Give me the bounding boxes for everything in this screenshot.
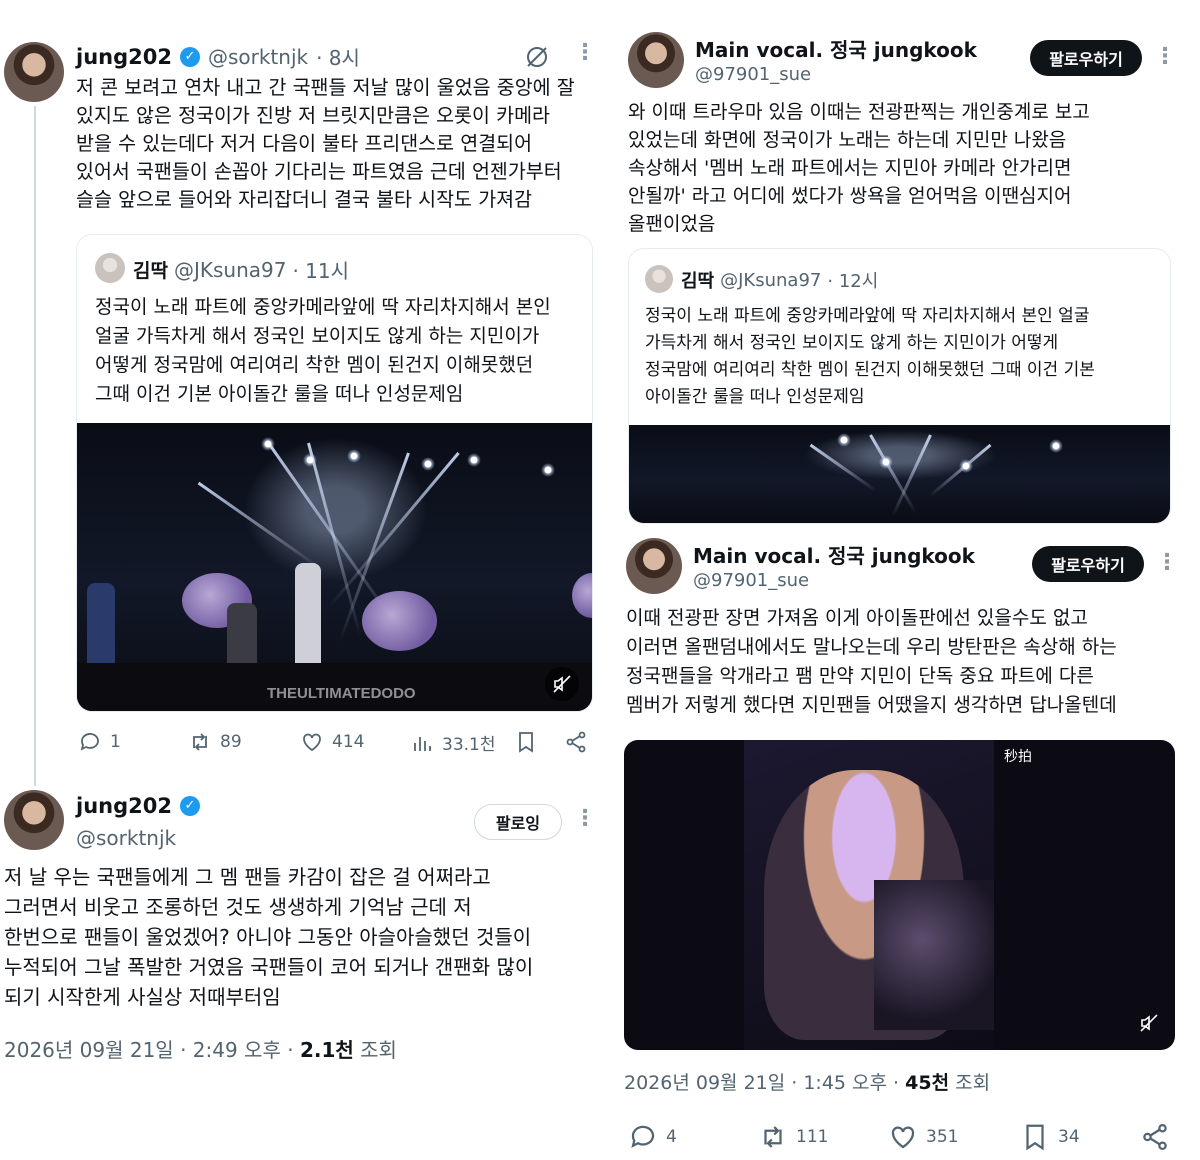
tweet-time[interactable]: · 8시 (316, 42, 360, 71)
more-options-icon[interactable]: ⋮ (574, 40, 596, 65)
author-handle[interactable]: @sorktnjk (76, 826, 176, 850)
tweet-text: 와 이때 트라우마 있음 이때는 전광판찍는 개인중계로 보고 있었는데 화면에… (628, 101, 1090, 235)
tweet-date[interactable]: 2026년 09월 21일 · 1:45 오후 · (624, 1072, 899, 1094)
quoted-tweet[interactable]: 김딱 @JKsuna97 · 11시 정국이 노래 파트에 중앙카메라앞에 딱 … (76, 234, 593, 712)
tweet-text: 저 콘 보려고 연차 내고 간 국팬들 저날 많이 울었음 중앙에 잘 있지도 … (76, 76, 575, 211)
quote-text: 정국이 노래 파트에 중앙카메라앞에 딱 자리차지해서 본인 얼굴 가득차게 해… (645, 306, 1095, 407)
tweet-date[interactable]: 2026년 09월 21일 · 2:49 오후 · (4, 1038, 294, 1062)
author-name[interactable]: jung202 (76, 45, 172, 69)
quote-avatar (95, 253, 125, 283)
share-icon (566, 731, 586, 753)
video-logo: 秒拍 (1004, 749, 1032, 765)
tweet-header: jung202 ✓ (76, 794, 200, 818)
like-button[interactable]: 351 (888, 1122, 958, 1152)
reply-icon (80, 733, 99, 751)
heart-icon (891, 1126, 915, 1149)
view-count: 45천 (905, 1072, 950, 1094)
views-label: 조회 (955, 1072, 991, 1094)
like-count: 351 (926, 1127, 959, 1147)
follow-button[interactable]: 팔로우하기 (1032, 546, 1144, 582)
share-icon (1143, 1124, 1167, 1150)
retweet-count: 111 (796, 1127, 829, 1147)
thread-line (34, 106, 36, 786)
views-icon (414, 736, 431, 751)
retweet-count: 89 (220, 732, 242, 752)
reply-button[interactable]: 1 (78, 730, 121, 754)
mute-icon[interactable] (1134, 1008, 1164, 1038)
verified-badge-icon: ✓ (179, 46, 200, 67)
bookmark-button[interactable]: 34 (1020, 1122, 1080, 1152)
retweet-button[interactable]: 89 (188, 730, 242, 754)
bookmark-count: 34 (1058, 1127, 1080, 1147)
bookmark-button[interactable] (514, 730, 538, 754)
tweet-meta: 2026년 09월 21일 · 2:49 오후 · 2.1천 조회 (4, 1034, 397, 1063)
retweet-icon (193, 733, 207, 751)
retweet-button[interactable]: 111 (758, 1122, 828, 1152)
grok-icon[interactable] (524, 44, 550, 70)
tweet-text: 저 날 우는 국팬들에게 그 멤 팬들 카감이 잡은 걸 어쩌라고 그러면서 비… (4, 865, 534, 1009)
avatar[interactable] (4, 790, 64, 850)
share-button[interactable] (564, 730, 588, 754)
avatar[interactable] (626, 538, 682, 594)
quote-author-name: 김딱 (133, 260, 168, 282)
quote-author-handle: @JKsuna97 (173, 257, 287, 282)
views-button[interactable]: 33.1천 (410, 730, 496, 755)
quote-time: · 12시 (827, 271, 879, 292)
author-handle[interactable]: @97901_sue (693, 570, 809, 591)
view-count: 2.1천 (299, 1038, 354, 1062)
video-player[interactable]: 秒拍 (624, 740, 1175, 1050)
following-button[interactable]: 팔로잉 (474, 804, 562, 840)
quote-author-handle: @JKsuna97 (720, 269, 822, 291)
retweet-icon (764, 1126, 782, 1148)
bookmark-icon (1026, 1124, 1044, 1151)
quote-time: · 11시 (292, 259, 350, 283)
quote-text: 정국이 노래 파트에 중앙카메라앞에 딱 자리차지해서 본인 얼굴 가득차게 해… (95, 296, 551, 405)
reply-icon (631, 1125, 655, 1148)
quote-header: 김딱 @JKsuna97 · 12시 (681, 267, 878, 293)
tweet-header: jung202 ✓ @sorktnjk · 8시 (76, 42, 360, 71)
more-options-icon[interactable]: ⋮ (574, 806, 596, 831)
more-options-icon[interactable]: ⋮ (1156, 550, 1178, 575)
reply-button[interactable]: 4 (628, 1122, 677, 1152)
author-handle[interactable]: @97901_sue (695, 64, 811, 85)
author-name[interactable]: Main vocal. 정국 jungkook (693, 540, 975, 569)
like-count: 414 (332, 732, 365, 752)
video-watermark: THEULTIMATEDODO (267, 685, 416, 702)
bookmark-icon (519, 732, 533, 753)
mute-icon[interactable] (545, 667, 579, 701)
quote-author-name: 김딱 (681, 271, 715, 292)
verified-badge-icon: ✓ (179, 796, 200, 816)
tweet-text: 이때 전광판 장면 가져옴 이게 아이돌판에선 있을수도 없고 이러면 올팬덤내… (626, 607, 1117, 716)
view-count: 33.1천 (442, 735, 496, 755)
avatar[interactable] (4, 42, 64, 102)
author-handle[interactable]: @sorktnjk (208, 45, 308, 69)
concert-video[interactable]: THEULTIMATEDODO (77, 423, 592, 711)
reply-count: 1 (110, 732, 121, 752)
views-label: 조회 (360, 1038, 397, 1062)
heart-icon (303, 733, 321, 752)
more-options-icon[interactable]: ⋮ (1154, 44, 1176, 69)
quote-header: 김딱 @JKsuna97 · 11시 (133, 255, 349, 284)
share-button[interactable] (1140, 1122, 1170, 1152)
avatar[interactable] (628, 32, 684, 88)
like-button[interactable]: 414 (300, 730, 364, 754)
reply-count: 4 (666, 1127, 677, 1147)
author-name[interactable]: Main vocal. 정국 jungkook (695, 34, 977, 63)
tweet-meta: 2026년 09월 21일 · 1:45 오후 · 45천 조회 (624, 1068, 990, 1095)
author-name[interactable]: jung202 (76, 794, 172, 818)
quote-avatar (645, 265, 673, 293)
quoted-tweet[interactable]: 김딱 @JKsuna97 · 12시 정국이 노래 파트에 중앙카메라앞에 딱 … (628, 248, 1171, 524)
concert-video[interactable] (629, 425, 1170, 523)
follow-button[interactable]: 팔로우하기 (1030, 40, 1142, 76)
